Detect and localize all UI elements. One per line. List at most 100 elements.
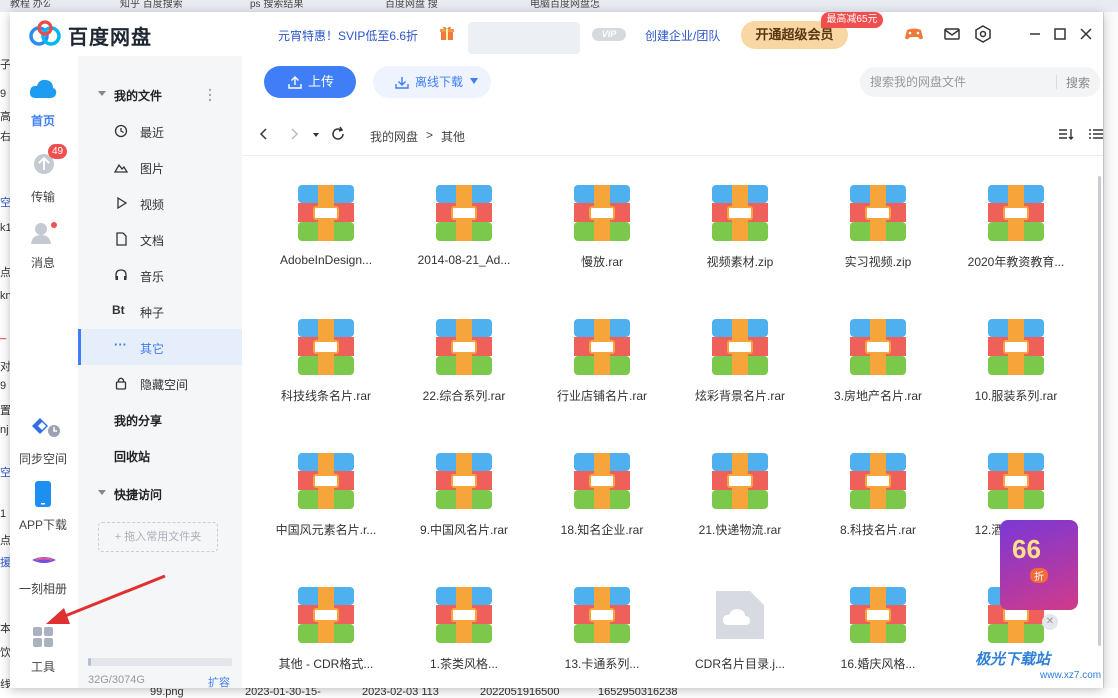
minimize-icon[interactable] [1025,25,1045,43]
bt-icon: Bt [112,303,125,317]
file-item[interactable]: CDR名片目录.j... [671,583,809,688]
chevron-down-icon[interactable] [470,78,478,84]
rail-item-messages[interactable]: 消息 [10,220,78,272]
archive-file-icon [574,453,630,509]
title-bar: 百度网盘 元宵特惠！SVIP低至6.6折 VIP 创建企业/团队 开通超级会员 … [10,12,1103,56]
file-name: 实习视频.zip [844,255,912,269]
file-item[interactable]: 其他 - CDR格式... [257,583,395,688]
file-item[interactable]: 慢放.rar [533,181,671,315]
file-item[interactable]: 9.中国风名片.rar [395,449,533,583]
file-item[interactable]: 8.科技名片.rar [809,449,947,583]
file-name: 18.知名企业.rar [560,523,644,537]
maximize-icon[interactable] [1050,25,1070,43]
sidebar-item-hidden-space[interactable]: 隐藏空间 [78,365,242,401]
file-item[interactable]: 22.综合系列.rar [395,315,533,449]
bg-cell: 2023-02-03 113 [362,688,439,698]
archive-file-icon [850,319,906,375]
sidebar-item-other[interactable]: ··· 其它 [78,329,242,365]
file-item[interactable]: 18.知名企业.rar [533,449,671,583]
file-name: 2020年教资教育... [967,255,1065,269]
sidebar-item-recent[interactable]: 最近 [78,113,242,149]
annotation-arrow [46,574,166,624]
forward-icon[interactable] [286,126,302,142]
rail-item-sync[interactable]: 同步空间 [10,416,78,468]
file-item[interactable]: 21.快递物流.rar [671,449,809,583]
sidebar-item-images[interactable]: 图片 [78,149,242,185]
offline-download-button[interactable]: 离线下载 [373,66,491,98]
app-name: 百度网盘 [68,27,152,49]
message-icon [31,222,57,244]
sidebar-item-label: 图片 [140,162,165,176]
file-item[interactable]: 10.服装系列.rar [947,315,1085,449]
more-icon: ··· [114,337,127,352]
file-name: 行业店铺名片.rar [556,389,647,403]
sync-icon [32,418,60,437]
create-enterprise-link[interactable]: 创建企业/团队 [645,27,720,44]
gift-icon[interactable] [439,25,455,41]
archive-file-icon [988,453,1044,509]
svip-promo-link[interactable]: 元宵特惠！SVIP低至6.6折 [278,27,418,44]
recycle-bin-link[interactable]: 回收站 [114,448,150,465]
search-input[interactable] [870,73,1050,91]
rail-item-transfer[interactable]: 49 传输 [10,144,78,204]
file-item[interactable]: 实习视频.zip [809,181,947,315]
more-vertical-icon[interactable] [208,88,212,102]
quick-access-heading[interactable]: 快捷访问 [114,486,162,503]
bg-fragment: 置 [0,405,10,417]
back-icon[interactable] [256,126,272,142]
rail-item-home[interactable]: 首页 [10,76,78,136]
file-item[interactable]: 13.卡通系列... [533,583,671,688]
close-icon[interactable] [1076,25,1096,43]
bg-fragment: 9 [0,380,7,392]
floating-promo-widget[interactable]: 66 折 [1000,520,1078,610]
sidebar-item-docs[interactable]: 文档 [78,221,242,257]
bg-cell: 1652950316238 [598,688,678,698]
file-item[interactable]: 炫彩背景名片.rar [671,315,809,449]
scrollbar-thumb[interactable] [1098,176,1101,646]
file-item[interactable]: 3.房地产名片.rar [809,315,947,449]
sidebar-item-music[interactable]: 音乐 [78,257,242,293]
my-files-heading[interactable]: 我的文件 [114,87,162,104]
file-name: 16.婚庆风格... [840,657,916,671]
rail-label-app-download: APP下载 [18,518,67,532]
bg-fragment: 高 [0,111,10,123]
file-item[interactable]: 行业店铺名片.rar [533,315,671,449]
sidebar-item-torrent[interactable]: Bt 种子 [78,293,242,329]
rail-item-app-download[interactable]: APP下载 [10,480,78,534]
transfer-count-badge: 49 [48,144,68,159]
sort-icon[interactable] [1058,126,1074,142]
settings-icon[interactable] [973,25,993,43]
file-item[interactable]: 2014-08-21_Ad... [395,181,533,315]
close-promo-button[interactable]: ✕ [1042,614,1058,630]
list-view-icon[interactable] [1088,126,1103,142]
expand-storage-link[interactable]: 扩容 [208,674,230,688]
archive-file-icon [988,319,1044,375]
upload-button[interactable]: 上传 [264,66,356,98]
mail-icon[interactable] [942,25,962,43]
bg-tab: ps 搜索结果 [250,0,304,10]
collapse-caret-icon[interactable] [98,490,106,495]
file-item[interactable]: 1.茶类风格... [395,583,533,688]
sidebar-item-video[interactable]: 视频 [78,185,242,221]
file-name: 视频素材.zip [706,255,774,269]
file-item[interactable]: AdobeInDesign... [257,181,395,315]
collapse-caret-icon[interactable] [98,91,106,96]
file-item[interactable]: 视频素材.zip [671,181,809,315]
refresh-icon[interactable] [330,126,346,142]
bg-cell: 2023-01-30-15- [245,688,321,698]
promo-discount-label: 折 [1030,568,1048,583]
file-item[interactable]: 2020年教资教育... [947,181,1085,315]
upload-label: 上传 [308,74,335,89]
history-dropdown-icon[interactable] [313,133,319,137]
breadcrumb-root[interactable]: 我的网盘 [370,128,418,145]
search-button[interactable]: 搜索 [1066,74,1090,91]
file-item[interactable]: 16.婚庆风格... [809,583,947,688]
add-quick-folder-button[interactable]: + 拖入常用文件夹 [98,522,218,552]
bg-fragment: 9 [0,88,7,100]
background-right-strip [1103,12,1118,698]
my-share-link[interactable]: 我的分享 [114,412,162,429]
file-item[interactable]: 中国风元素名片.r... [257,449,395,583]
file-item[interactable]: 科技线条名片.rar [257,315,395,449]
watermark-url: www.xz7.com [1040,670,1102,681]
game-icon[interactable] [904,25,924,43]
